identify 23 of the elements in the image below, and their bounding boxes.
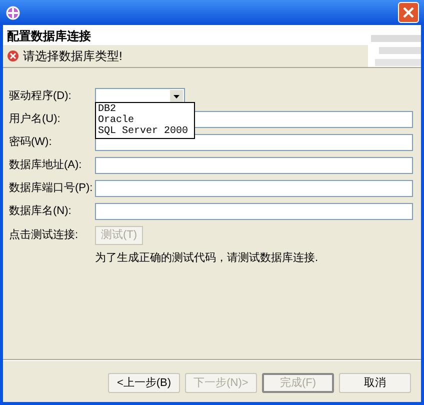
field-label: 数据库名(N): — [9, 204, 72, 220]
dropdown-option[interactable]: DB2 — [96, 104, 194, 115]
close-button[interactable] — [398, 2, 419, 23]
close-icon — [403, 7, 414, 18]
field-label: 驱动程序(D): — [9, 88, 72, 104]
field-label: 用户名(U): — [9, 112, 62, 128]
wizard-button[interactable]: 取消 — [339, 373, 411, 393]
dropdown-option[interactable]: SQL Server 2000 — [96, 126, 194, 137]
input-field[interactable] — [95, 157, 413, 174]
error-message: 请选择数据库类型! — [23, 48, 122, 65]
input-field[interactable] — [95, 180, 413, 197]
input-field[interactable] — [95, 134, 413, 151]
dropdown-option[interactable]: Oracle — [96, 115, 194, 126]
field-label: 数据库地址(A): — [9, 158, 83, 174]
hint-text: 为了生成正确的测试代码，请测试数据库连接. — [95, 250, 320, 266]
test-label: 点击测试连接: — [9, 228, 80, 244]
input-field[interactable] — [95, 203, 413, 220]
app-icon — [5, 4, 21, 20]
field-label: 数据库端口号(P): — [9, 180, 94, 196]
page-title: 配置数据库连接 — [7, 28, 91, 45]
field-label: 密码(W): — [9, 134, 53, 150]
error-icon — [7, 50, 19, 62]
wizard-button[interactable]: <上一步(B) — [108, 373, 180, 393]
